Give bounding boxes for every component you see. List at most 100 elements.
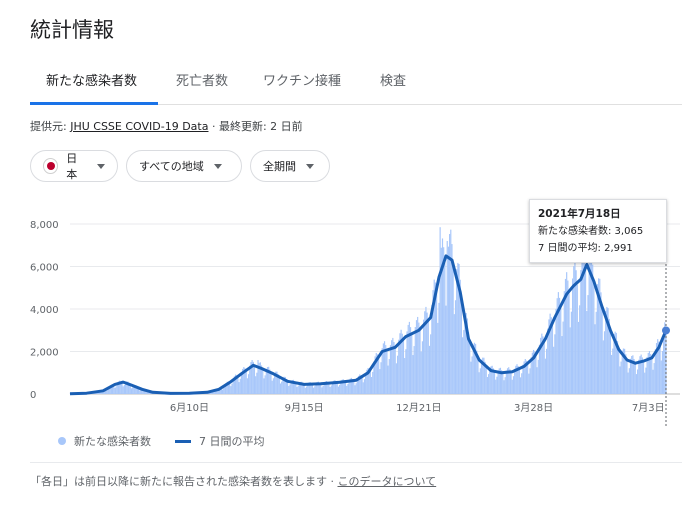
daily-bar (579, 305, 581, 394)
daily-bar (322, 385, 324, 394)
daily-bar (328, 383, 330, 394)
daily-bar (418, 322, 420, 394)
daily-bar (404, 358, 406, 394)
daily-bar (504, 377, 506, 394)
daily-bar (646, 356, 648, 394)
daily-bar (353, 380, 355, 394)
tab-deaths[interactable]: 死亡者数 (176, 70, 228, 89)
daily-bar (554, 334, 556, 394)
daily-bar (289, 384, 291, 394)
daily-bar (477, 358, 479, 394)
daily-bar (521, 373, 523, 394)
daily-bar (629, 358, 632, 394)
region-filter-label: すべての地域 (139, 160, 204, 173)
caret-down-icon (306, 163, 314, 169)
daily-bar (595, 311, 597, 394)
daily-bar (660, 360, 662, 394)
daily-bar (638, 359, 640, 394)
daily-bar (535, 354, 537, 394)
daily-bar (330, 385, 332, 394)
daily-bar (510, 372, 512, 394)
region-filter-button[interactable]: すべての地域 (126, 150, 242, 182)
x-tick-label: 12月21日 (396, 402, 441, 414)
daily-bar (414, 327, 416, 394)
daily-bar (372, 371, 374, 394)
tooltip-average: 7 日間の平均: 2,991 (538, 243, 633, 254)
daily-bar (286, 381, 289, 394)
daily-bar (339, 384, 341, 394)
tab-vaccinations[interactable]: ワクチン接種 (263, 70, 341, 89)
daily-bar (450, 229, 452, 394)
daily-bar (304, 387, 306, 394)
daily-bar (518, 369, 520, 394)
daily-bar (563, 291, 565, 394)
daily-bar (596, 284, 599, 394)
tab-new-cases[interactable]: 新たな感染者数 (46, 70, 137, 89)
daily-bar (311, 384, 314, 394)
daily-bar (106, 390, 108, 394)
daily-bar (594, 324, 596, 394)
daily-bar (493, 371, 496, 394)
daily-bar (263, 378, 265, 394)
daily-bar (247, 374, 250, 394)
about-data-link[interactable]: このデータについて (338, 475, 437, 488)
daily-bar (587, 295, 589, 394)
daily-bar (425, 306, 427, 394)
daily-bar (644, 372, 646, 394)
daily-bar (439, 227, 441, 394)
footnote-text: 「各日」は前日以降に新たに報告された感染者数を表します · (30, 475, 338, 488)
daily-bar (264, 375, 266, 394)
daily-bar (488, 374, 490, 394)
daily-bar (355, 383, 357, 394)
daily-bar (354, 385, 356, 394)
daily-bar (645, 367, 647, 394)
daily-bar (586, 311, 588, 394)
daily-bar (562, 321, 564, 394)
daily-bar (653, 363, 655, 394)
daily-bar (361, 376, 363, 394)
daily-bar (537, 359, 539, 394)
daily-bar (426, 312, 428, 394)
daily-bar (363, 379, 366, 394)
daily-bar (545, 348, 548, 394)
daily-bar (628, 368, 630, 394)
daily-bar (634, 363, 636, 394)
daily-bar (438, 302, 440, 394)
daily-bar (452, 267, 454, 394)
daily-bar (336, 382, 338, 394)
daily-bar (574, 260, 576, 394)
daily-bar (635, 374, 638, 394)
daily-bar (580, 270, 582, 394)
daily-bar (115, 386, 117, 394)
daily-bar (543, 341, 545, 394)
daily-bar (393, 342, 395, 394)
daily-bar (584, 269, 587, 394)
legend-average-swatch (175, 439, 191, 443)
daily-bar (347, 384, 349, 394)
footer-divider (30, 462, 682, 463)
daily-bar (495, 379, 497, 394)
daily-bar (132, 387, 134, 394)
daily-bar (230, 386, 232, 394)
daily-bar (609, 331, 612, 394)
daily-bar (659, 345, 661, 394)
country-filter-button[interactable]: 日本 (30, 150, 118, 182)
daily-bar (337, 386, 340, 394)
daily-bar (389, 345, 392, 394)
x-tick-label: 9月15日 (285, 402, 324, 414)
caret-down-icon (97, 163, 105, 169)
daily-bar (570, 311, 572, 394)
period-filter-button[interactable]: 全期間 (250, 150, 330, 182)
tab-testing[interactable]: 検査 (380, 70, 406, 89)
daily-bar (536, 367, 538, 394)
daily-bar (122, 386, 124, 394)
daily-bar (278, 377, 280, 394)
daily-bar (430, 334, 432, 394)
y-tick-label: 8,000 (30, 220, 59, 231)
y-tick-label: 0 (30, 390, 36, 401)
daily-bar (486, 377, 489, 394)
daily-bar (555, 308, 557, 394)
daily-bar (246, 378, 248, 394)
source-link[interactable]: JHU CSSE COVID-19 Data (70, 120, 208, 133)
daily-bar (522, 364, 524, 394)
